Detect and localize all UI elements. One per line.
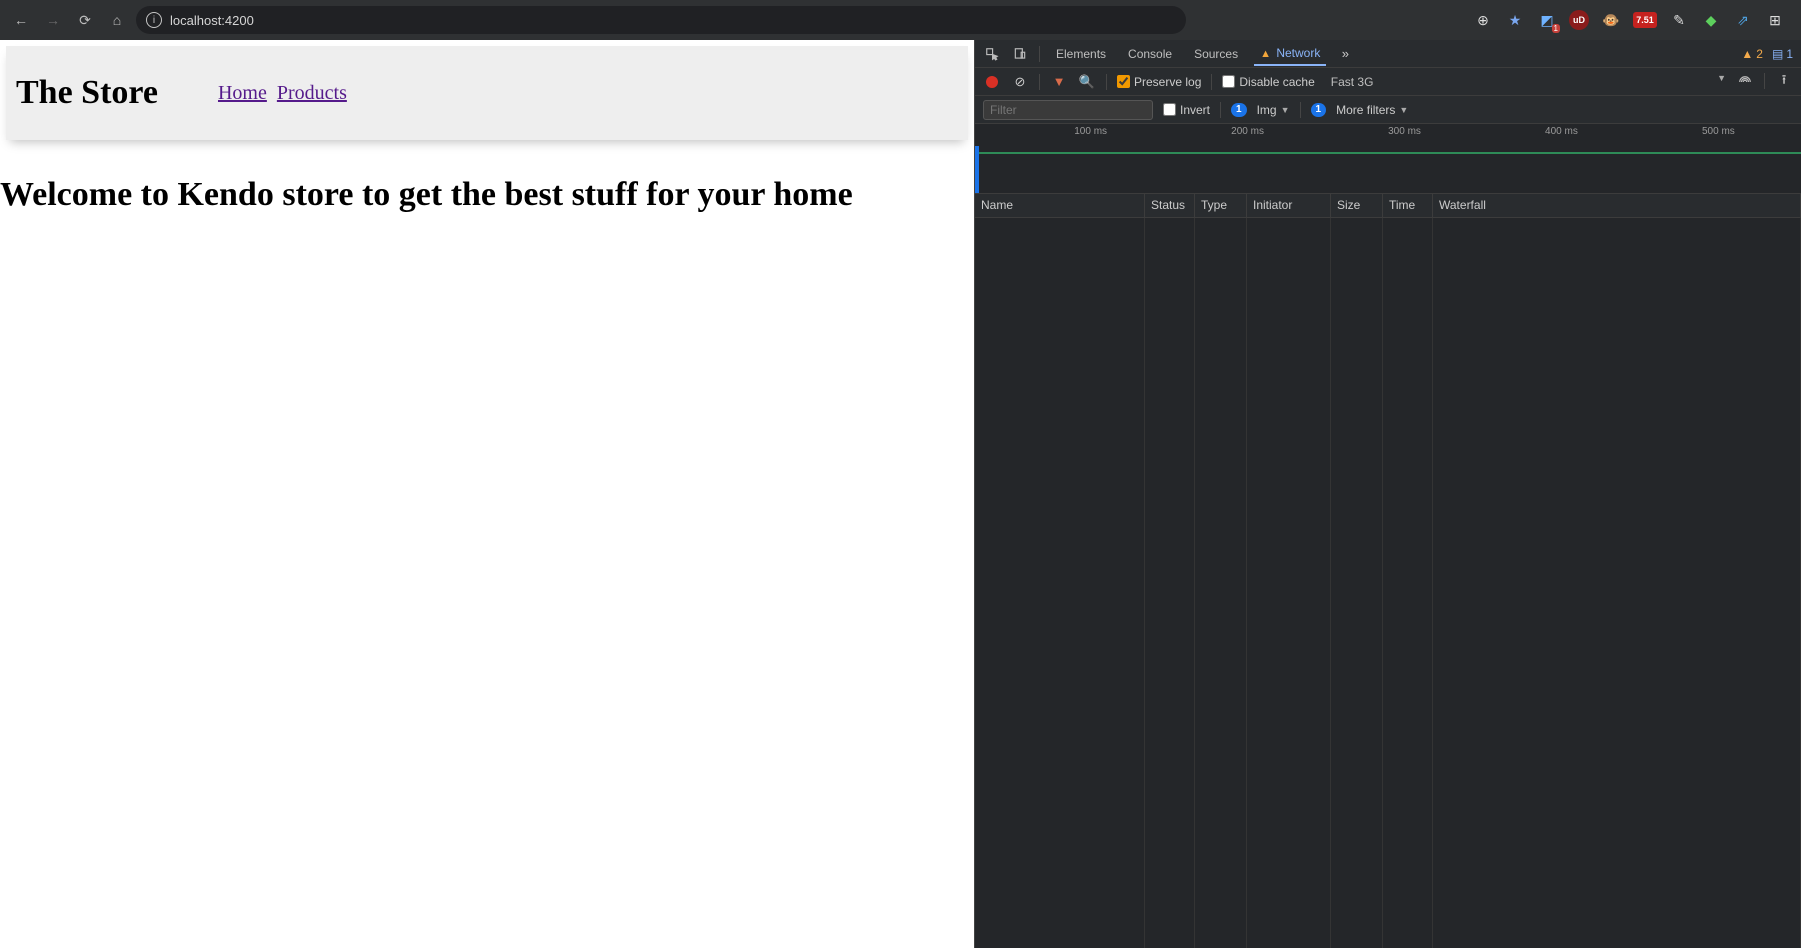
device-toggle-icon[interactable]	[1011, 45, 1029, 63]
zoom-icon[interactable]: ⊕	[1473, 10, 1493, 30]
extension-icon-green[interactable]: ◆	[1701, 10, 1721, 30]
filter-toggle-icon[interactable]: ▼	[1050, 73, 1068, 91]
img-chevron-icon: ▼	[1281, 105, 1290, 115]
page-heading: Welcome to Kendo store to get the best s…	[0, 146, 974, 218]
disable-cache-label: Disable cache	[1239, 75, 1314, 89]
more-filters-button[interactable]: More filters ▼	[1336, 103, 1408, 117]
warning-count[interactable]: 2	[1756, 47, 1763, 61]
throttling-chevron-icon[interactable]: ▼	[1717, 73, 1726, 91]
extension-badge-icon[interactable]: 7.51	[1633, 12, 1657, 28]
col-time[interactable]: Time	[1383, 194, 1433, 217]
tab-sources[interactable]: Sources	[1188, 43, 1244, 65]
nav-forward-button[interactable]: →	[40, 7, 66, 33]
timeline-tick: 100 ms	[1074, 126, 1107, 137]
import-har-icon[interactable]: ⭱	[1775, 73, 1793, 91]
timeline-selection-edge[interactable]	[975, 146, 979, 193]
timeline-tick: 400 ms	[1545, 126, 1578, 137]
message-count-icon: ▤	[1772, 47, 1783, 61]
bookmark-star-icon[interactable]: ★	[1505, 10, 1525, 30]
inspect-element-icon[interactable]	[983, 45, 1001, 63]
extension-icon-1[interactable]: ◩1	[1537, 10, 1557, 30]
timeline-load-line	[975, 152, 1801, 154]
share-icon[interactable]: ⇗	[1733, 10, 1753, 30]
message-count[interactable]: 1	[1786, 47, 1793, 61]
tab-console[interactable]: Console	[1122, 43, 1178, 65]
extensions-puzzle-icon[interactable]: ⊞	[1765, 10, 1785, 30]
timeline-tick: 500 ms	[1702, 126, 1735, 137]
invert-checkbox[interactable]: Invert	[1163, 103, 1210, 117]
site-info-icon[interactable]: i	[146, 12, 162, 28]
preserve-log-label: Preserve log	[1134, 75, 1201, 89]
col-type[interactable]: Type	[1195, 194, 1247, 217]
tab-elements[interactable]: Elements	[1050, 43, 1112, 65]
network-table: Name Status Type Initiator Size Time Wat…	[975, 194, 1801, 948]
ublock-icon[interactable]: uD	[1569, 10, 1589, 30]
network-timeline[interactable]: 100 ms 200 ms 300 ms 400 ms 500 ms	[975, 124, 1801, 194]
col-initiator[interactable]: Initiator	[1247, 194, 1331, 217]
timeline-tick: 300 ms	[1388, 126, 1421, 137]
clear-button[interactable]: ⊘	[1011, 73, 1029, 91]
filter-badge-1: 1	[1231, 103, 1247, 117]
col-name[interactable]: Name	[975, 194, 1145, 217]
filter-input[interactable]	[983, 100, 1153, 120]
url-text: localhost:4200	[170, 13, 254, 28]
address-bar[interactable]: i localhost:4200	[136, 6, 1186, 34]
eyedropper-icon[interactable]: ✎	[1669, 10, 1689, 30]
site-header: The Store Home Products	[6, 46, 968, 140]
nav-back-button[interactable]: ←	[8, 7, 34, 33]
col-waterfall[interactable]: Waterfall	[1433, 194, 1801, 217]
network-toolbar: ⊘ ▼ 🔍 Preserve log Disable cache Fast 3G…	[975, 68, 1801, 96]
tab-network[interactable]: ▲ Network	[1254, 42, 1326, 66]
filter-type-img[interactable]: Img ▼	[1257, 103, 1290, 117]
extension-icon-monkey[interactable]: 🐵	[1601, 10, 1621, 30]
tab-network-label: Network	[1276, 46, 1320, 60]
more-filters-chevron-icon: ▼	[1399, 105, 1408, 115]
timeline-tick: 200 ms	[1231, 126, 1264, 137]
network-filter-row: Invert 1 Img ▼ 1 More filters ▼	[975, 96, 1801, 124]
toolbar-right-icons: ⊕ ★ ◩1 uD 🐵 7.51 ✎ ◆ ⇗ ⊞	[1473, 10, 1793, 30]
nav-reload-button[interactable]: ⟳	[72, 7, 98, 33]
disable-cache-checkbox[interactable]: Disable cache	[1222, 75, 1314, 89]
network-table-header: Name Status Type Initiator Size Time Wat…	[975, 194, 1801, 218]
more-tabs-icon[interactable]: »	[1336, 45, 1354, 63]
filter-badge-2: 1	[1311, 103, 1327, 117]
preserve-log-checkbox[interactable]: Preserve log	[1117, 75, 1201, 89]
devtools-tabs-row: Elements Console Sources ▲ Network » ▲ 2…	[975, 40, 1801, 68]
more-filters-label: More filters	[1336, 103, 1395, 117]
network-conditions-icon[interactable]	[1736, 73, 1754, 91]
nav-link-home[interactable]: Home	[218, 82, 267, 104]
filter-type-img-label: Img	[1257, 103, 1277, 117]
site-title: The Store	[16, 74, 158, 112]
warning-count-icon: ▲	[1741, 47, 1753, 61]
throttling-select[interactable]: Fast 3G	[1325, 71, 1380, 93]
col-status[interactable]: Status	[1145, 194, 1195, 217]
network-table-body	[975, 218, 1801, 948]
site-nav: Home Products	[218, 82, 353, 105]
warning-triangle-icon: ▲	[1260, 48, 1271, 60]
throttling-label: Fast 3G	[1331, 75, 1374, 89]
col-size[interactable]: Size	[1331, 194, 1383, 217]
invert-label: Invert	[1180, 103, 1210, 117]
webpage-viewport: The Store Home Products Welcome to Kendo…	[0, 40, 974, 948]
devtools-panel: Elements Console Sources ▲ Network » ▲ 2…	[974, 40, 1801, 948]
record-button[interactable]	[983, 73, 1001, 91]
browser-toolbar: ← → ⟳ ⌂ i localhost:4200 ⊕ ★ ◩1 uD 🐵 7.5…	[0, 0, 1801, 40]
search-icon[interactable]: 🔍	[1078, 73, 1096, 91]
nav-home-button[interactable]: ⌂	[104, 7, 130, 33]
nav-link-products[interactable]: Products	[277, 82, 347, 104]
